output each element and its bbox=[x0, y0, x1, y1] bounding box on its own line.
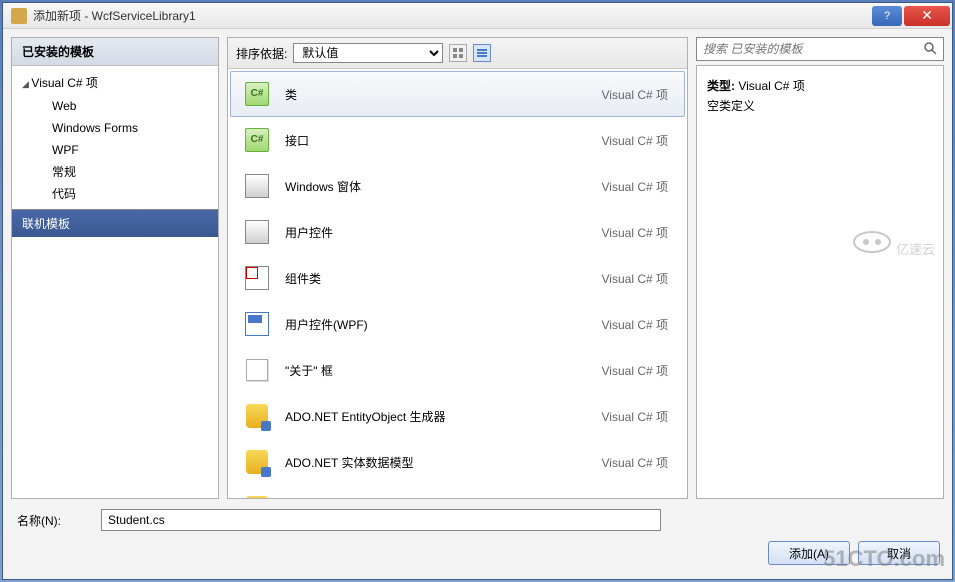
template-language: Visual C# 项 bbox=[602, 224, 672, 241]
tree-item-wpf[interactable]: WPF bbox=[12, 139, 218, 161]
details-type-label: 类型: bbox=[707, 79, 735, 93]
db-icon bbox=[243, 402, 271, 430]
tree-item-general[interactable]: 常规 bbox=[12, 161, 218, 183]
tree-item-web[interactable]: Web bbox=[12, 95, 218, 117]
online-templates-header[interactable]: 联机模板 bbox=[12, 209, 218, 237]
help-button[interactable]: ? bbox=[872, 6, 902, 26]
template-name: ADO.NET 实体数据模型 bbox=[285, 454, 588, 471]
content-area: 已安装的模板 Visual C# 项 Web Windows Forms WPF… bbox=[3, 29, 952, 579]
cs-icon: C# bbox=[243, 80, 271, 108]
template-language: Visual C# 项 bbox=[602, 270, 672, 287]
app-icon bbox=[11, 8, 27, 24]
template-language: Visual C# 项 bbox=[602, 362, 672, 379]
template-name: ADO.NET EntityObject 生成器 bbox=[285, 408, 588, 425]
template-item[interactable]: C# 类 Visual C# 项 bbox=[230, 71, 685, 117]
template-item[interactable]: 用户控件 Visual C# 项 bbox=[230, 209, 685, 255]
template-item[interactable]: C# 接口 Visual C# 项 bbox=[230, 117, 685, 163]
wpf-icon bbox=[243, 310, 271, 338]
template-item[interactable]: 组件类 Visual C# 项 bbox=[230, 255, 685, 301]
sort-select[interactable]: 默认值 bbox=[293, 43, 443, 63]
template-item[interactable]: ADO.NET EntityObject 生成器 Visual C# 项 bbox=[230, 393, 685, 439]
tree-item-winforms[interactable]: Windows Forms bbox=[12, 117, 218, 139]
tree-root[interactable]: Visual C# 项 bbox=[12, 72, 218, 95]
button-row: 添加(A) 取消 bbox=[11, 535, 944, 571]
main-columns: 已安装的模板 Visual C# 项 Web Windows Forms WPF… bbox=[11, 37, 944, 499]
template-language: Visual C# 项 bbox=[602, 316, 672, 333]
template-item[interactable]: ADO.NET 自跟踪实体生成器Visual C# 项 bbox=[230, 485, 685, 498]
name-row: 名称(N): bbox=[11, 499, 944, 535]
cs-icon: C# bbox=[243, 126, 271, 154]
close-button[interactable]: ✕ bbox=[904, 6, 950, 26]
about-icon bbox=[243, 356, 271, 384]
name-label: 名称(N): bbox=[11, 512, 91, 529]
form-icon bbox=[243, 218, 271, 246]
dialog-window: 添加新项 - WcfServiceLibrary1 ? ✕ 已安装的模板 Vis… bbox=[2, 2, 953, 580]
template-item[interactable]: Windows 窗体 Visual C# 项 bbox=[230, 163, 685, 209]
template-language: Visual C# 项 bbox=[602, 86, 672, 103]
template-name: 用户控件(WPF) bbox=[285, 316, 588, 333]
class2-icon bbox=[243, 264, 271, 292]
template-list[interactable]: C# 类 Visual C# 项 C# 接口 Visual C# 项 Windows 窗体 V… bbox=[228, 69, 687, 498]
view-small-icon[interactable] bbox=[449, 44, 467, 62]
search-box[interactable] bbox=[696, 37, 944, 61]
sidebar-blank bbox=[12, 237, 218, 498]
details-panel: 类型: Visual C# 项 空类定义 bbox=[696, 65, 944, 499]
db-icon bbox=[243, 448, 271, 476]
template-name: Windows 窗体 bbox=[285, 178, 588, 195]
template-name: 用户控件 bbox=[285, 224, 588, 241]
sort-bar: 排序依据: 默认值 bbox=[228, 38, 687, 69]
sort-label: 排序依据: bbox=[236, 45, 287, 62]
template-language: Visual C# 项 bbox=[602, 132, 672, 149]
template-item[interactable]: "关于" 框 Visual C# 项 bbox=[230, 347, 685, 393]
template-pane: 排序依据: 默认值 C#类Visual C# 项C#接口Visual C# 项W… bbox=[227, 37, 688, 499]
view-list-icon[interactable] bbox=[473, 44, 491, 62]
template-name: 组件类 bbox=[285, 270, 588, 287]
template-name: 接口 bbox=[285, 132, 588, 149]
search-input[interactable] bbox=[703, 42, 923, 56]
name-input[interactable] bbox=[101, 509, 661, 531]
details-type-value: Visual C# 项 bbox=[738, 79, 804, 93]
template-tree: Visual C# 项 Web Windows Forms WPF 常规 代码 … bbox=[12, 66, 218, 209]
form-icon bbox=[243, 172, 271, 200]
tree-item-code[interactable]: 代码 bbox=[12, 183, 218, 205]
template-name: "关于" 框 bbox=[285, 362, 588, 379]
template-item[interactable]: 用户控件(WPF) Visual C# 项 bbox=[230, 301, 685, 347]
details-description: 空类定义 bbox=[707, 96, 933, 116]
template-item[interactable]: ADO.NET 实体数据模型 Visual C# 项 bbox=[230, 439, 685, 485]
installed-templates-header[interactable]: 已安装的模板 bbox=[12, 38, 218, 66]
db-icon bbox=[243, 494, 271, 498]
titlebar: 添加新项 - WcfServiceLibrary1 ? ✕ bbox=[3, 3, 952, 29]
template-name: 类 bbox=[285, 86, 588, 103]
template-language: Visual C# 项 bbox=[602, 408, 672, 425]
template-language: Visual C# 项 bbox=[602, 178, 672, 195]
window-title: 添加新项 - WcfServiceLibrary1 bbox=[33, 7, 872, 24]
details-type-row: 类型: Visual C# 项 bbox=[707, 76, 933, 96]
add-button[interactable]: 添加(A) bbox=[768, 541, 850, 565]
template-language: Visual C# 项 bbox=[602, 454, 672, 471]
search-icon[interactable] bbox=[923, 41, 937, 58]
cancel-button[interactable]: 取消 bbox=[858, 541, 940, 565]
right-pane: 类型: Visual C# 项 空类定义 bbox=[696, 37, 944, 499]
sidebar: 已安装的模板 Visual C# 项 Web Windows Forms WPF… bbox=[11, 37, 219, 499]
